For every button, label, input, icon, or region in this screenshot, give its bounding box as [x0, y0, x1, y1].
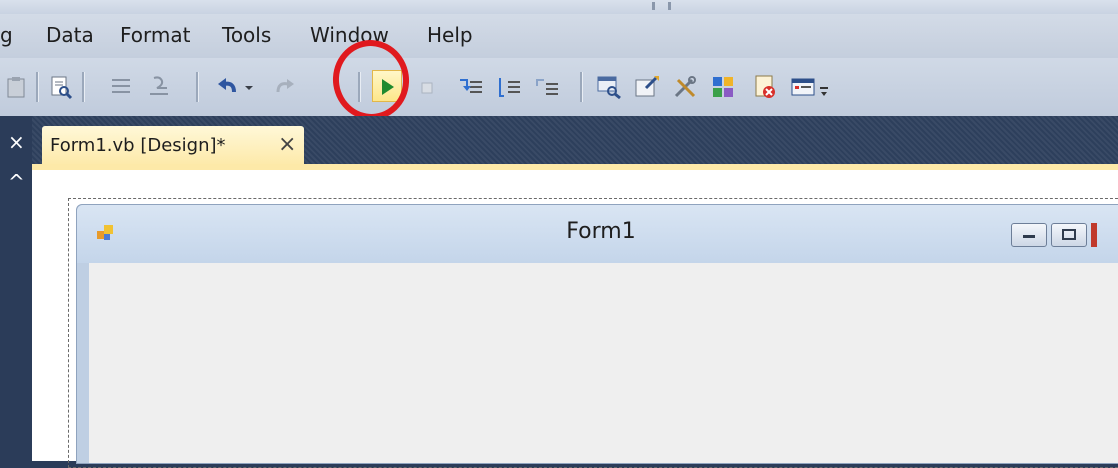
menu-bar: g Data Format Tools Window Help: [0, 14, 1118, 58]
standard-toolbar: [0, 58, 1118, 116]
document-tab-strip: Form1.vb [Design]* ×: [32, 116, 1118, 166]
error-list-icon[interactable]: [752, 74, 778, 100]
toolbar-options-icon[interactable]: [818, 74, 832, 100]
toolbox-icon[interactable]: [672, 74, 698, 100]
maximize-button[interactable]: [1051, 223, 1087, 247]
solution-explorer-icon[interactable]: [596, 74, 622, 100]
form-caption: Form1: [566, 219, 636, 244]
toolbar-separator: [580, 72, 583, 102]
properties-icon[interactable]: [634, 74, 660, 100]
step-into-icon[interactable]: [458, 74, 484, 100]
menu-data[interactable]: Data: [46, 23, 94, 47]
toolbar-separator: [196, 72, 199, 102]
step-out-icon[interactable]: [534, 74, 560, 100]
toolbar-separator: [36, 72, 39, 102]
form-title-bar: Form1: [77, 205, 1118, 263]
top-strip-tick: [668, 2, 671, 10]
maximize-icon: [1062, 229, 1076, 240]
tab-label: Form1.vb [Design]*: [50, 135, 226, 156]
paste-icon[interactable]: [4, 74, 30, 100]
find-icon[interactable]: [48, 74, 74, 100]
step-over-icon[interactable]: [496, 74, 522, 100]
menu-format[interactable]: Format: [120, 23, 190, 47]
stop-icon[interactable]: [414, 74, 440, 100]
form-client-area[interactable]: [89, 263, 1118, 463]
object-browser-icon[interactable]: [710, 74, 736, 100]
left-tool-panel: × ^: [0, 116, 32, 461]
panel-collapse-icon[interactable]: ^: [8, 172, 25, 192]
tab-form1-design[interactable]: Form1.vb [Design]* ×: [42, 126, 304, 166]
output-icon[interactable]: [790, 74, 816, 100]
minimize-button[interactable]: [1011, 223, 1047, 247]
tab-close-icon[interactable]: ×: [278, 132, 296, 157]
toolbar-separator: [82, 72, 85, 102]
form-designer-surface: Form1: [32, 170, 1118, 468]
dropdown-icon[interactable]: [236, 74, 262, 100]
window-top-strip: [0, 0, 1118, 14]
minimize-icon: [1023, 235, 1035, 238]
panel-close-icon[interactable]: ×: [8, 132, 25, 152]
comment-icon[interactable]: [108, 74, 134, 100]
form1-window[interactable]: Form1: [76, 204, 1118, 464]
menu-tools[interactable]: Tools: [222, 23, 271, 47]
menu-debug[interactable]: g: [0, 23, 13, 47]
top-strip-tick: [652, 2, 655, 10]
uncomment-icon[interactable]: [146, 74, 172, 100]
close-button-edge[interactable]: [1091, 223, 1097, 247]
redo-icon[interactable]: [272, 74, 298, 100]
menu-help[interactable]: Help: [427, 23, 473, 47]
